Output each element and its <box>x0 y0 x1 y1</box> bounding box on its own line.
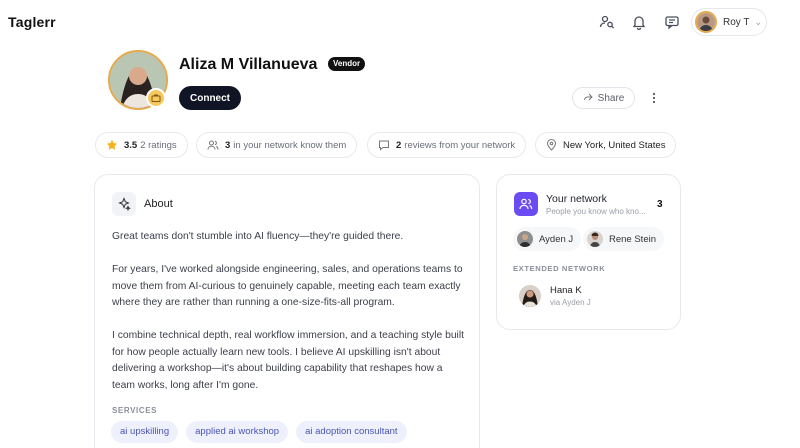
location-pin-icon <box>546 139 557 151</box>
more-options-icon[interactable] <box>647 90 661 106</box>
about-title: About <box>144 198 173 210</box>
person-name: Rene Stein <box>609 233 657 245</box>
about-header: About <box>112 192 173 216</box>
connect-button[interactable]: Connect <box>179 86 241 110</box>
service-tag[interactable]: ai upskilling <box>111 421 179 443</box>
extended-person-name: Hana K <box>550 285 582 296</box>
rating-value: 3.5 <box>124 139 138 151</box>
service-tag[interactable]: applied ai workshop <box>186 421 289 443</box>
share-button[interactable]: Share <box>572 87 635 109</box>
user-name: Roy T <box>723 16 750 28</box>
services-label: SERVICES <box>112 406 158 415</box>
people-icon <box>207 139 219 151</box>
service-tag[interactable]: ai adoption consultant <box>296 421 407 443</box>
network-people-icon <box>514 192 538 216</box>
briefcase-icon <box>146 88 166 108</box>
location-stat: New York, United States <box>535 132 677 158</box>
app-logo[interactable]: Taglerr <box>8 14 56 30</box>
rating-stat: 3.5 2 ratings <box>95 132 188 158</box>
share-icon <box>583 92 593 105</box>
top-bar: Taglerr Roy T ⌄ <box>0 0 800 44</box>
network-person-chip[interactable]: Rene Stein <box>583 227 665 251</box>
extended-network-person[interactable]: Hana K via Ayden J <box>519 285 591 307</box>
about-paragraph: For years, I've worked alongside enginee… <box>112 264 463 308</box>
share-label: Share <box>597 92 625 104</box>
your-network-card: Your network People you know who kno... … <box>496 174 681 330</box>
about-text: Great teams don't stumble into AI fluenc… <box>112 229 468 411</box>
reviews-stat[interactable]: 2 reviews from your network <box>367 132 527 158</box>
about-paragraph: Great teams don't stumble into AI fluenc… <box>112 231 404 242</box>
bell-icon[interactable] <box>631 14 647 31</box>
extended-person-via: via Ayden J <box>550 298 591 307</box>
about-paragraph: I combine technical depth, real workflow… <box>112 330 464 391</box>
star-icon <box>106 139 118 151</box>
extended-network-label: EXTENDED NETWORK <box>513 264 606 273</box>
network-know-count: 3 <box>225 139 231 151</box>
person-avatar <box>517 231 533 247</box>
reviews-text: reviews from your network <box>404 139 516 151</box>
location-text: New York, United States <box>563 139 666 151</box>
rating-count: 2 ratings <box>140 139 177 151</box>
network-subtitle: People you know who kno... <box>546 207 646 216</box>
chevron-down-icon: ⌄ <box>754 16 763 27</box>
reviews-count: 2 <box>396 139 402 151</box>
profile-name: Aliza M Villanueva <box>179 56 318 73</box>
people-search-icon[interactable] <box>599 14 615 30</box>
about-card: About Great teams don't stumble into AI … <box>94 174 480 448</box>
network-know-text: in your network know them <box>233 139 347 151</box>
user-menu-button[interactable]: Roy T ⌄ <box>691 8 767 36</box>
person-avatar <box>587 231 603 247</box>
network-count: 3 <box>657 199 663 210</box>
sparkle-icon <box>112 192 136 216</box>
network-person-chip[interactable]: Ayden J <box>513 227 582 251</box>
network-title: Your network <box>546 193 607 205</box>
vendor-badge: Vendor <box>328 57 366 71</box>
chat-icon[interactable] <box>664 14 680 30</box>
comment-icon <box>378 139 390 151</box>
services-tags: ai upskilling applied ai workshop ai ado… <box>111 421 407 443</box>
user-avatar <box>695 11 717 33</box>
person-avatar <box>519 285 541 307</box>
person-name: Ayden J <box>539 233 574 245</box>
network-know-stat[interactable]: 3 in your network know them <box>196 132 358 158</box>
